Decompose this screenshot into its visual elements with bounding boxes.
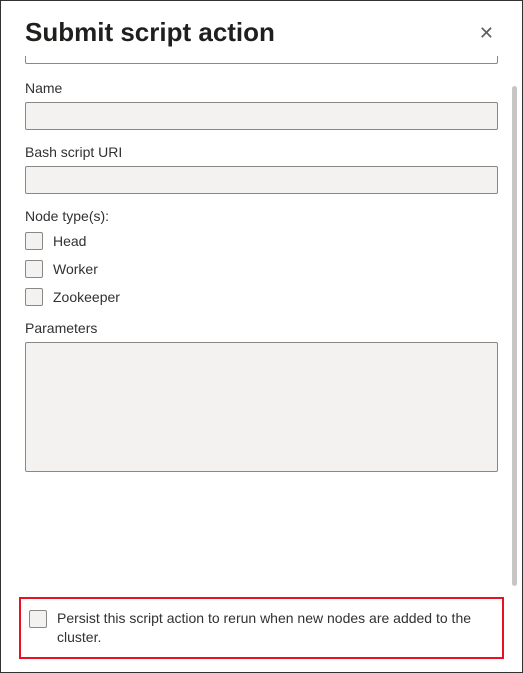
nodetype-worker-row: Worker [25,260,498,278]
uri-input[interactable] [25,166,498,194]
name-label: Name [25,80,498,96]
persist-section: Persist this script action to rerun when… [19,597,504,659]
previous-field-partial[interactable] [25,56,498,64]
close-button[interactable]: ✕ [475,20,498,46]
nodetype-head-checkbox[interactable] [25,232,43,250]
parameters-input[interactable] [25,342,498,472]
nodetypes-field-group: Node type(s): Head Worker Zookeeper [25,208,498,306]
nodetype-worker-checkbox[interactable] [25,260,43,278]
panel-header: Submit script action ✕ [1,1,522,56]
close-icon: ✕ [479,23,494,43]
panel-title: Submit script action [25,17,275,48]
name-field-group: Name [25,80,498,130]
nodetype-zookeeper-row: Zookeeper [25,288,498,306]
nodetype-head-label: Head [53,233,86,249]
persist-checkbox[interactable] [29,610,47,628]
submit-script-action-panel: Submit script action ✕ Name Bash script … [0,0,523,673]
scrollbar[interactable] [512,86,517,586]
name-input[interactable] [25,102,498,130]
persist-label: Persist this script action to rerun when… [57,609,494,647]
parameters-label: Parameters [25,320,498,336]
nodetypes-checkbox-group: Head Worker Zookeeper [25,232,498,306]
nodetype-zookeeper-label: Zookeeper [53,289,120,305]
uri-field-group: Bash script URI [25,144,498,194]
nodetype-worker-label: Worker [53,261,98,277]
parameters-field-group: Parameters [25,320,498,475]
nodetypes-label: Node type(s): [25,208,498,224]
nodetype-zookeeper-checkbox[interactable] [25,288,43,306]
nodetype-head-row: Head [25,232,498,250]
panel-content: Name Bash script URI Node type(s): Head … [1,56,522,591]
uri-label: Bash script URI [25,144,498,160]
